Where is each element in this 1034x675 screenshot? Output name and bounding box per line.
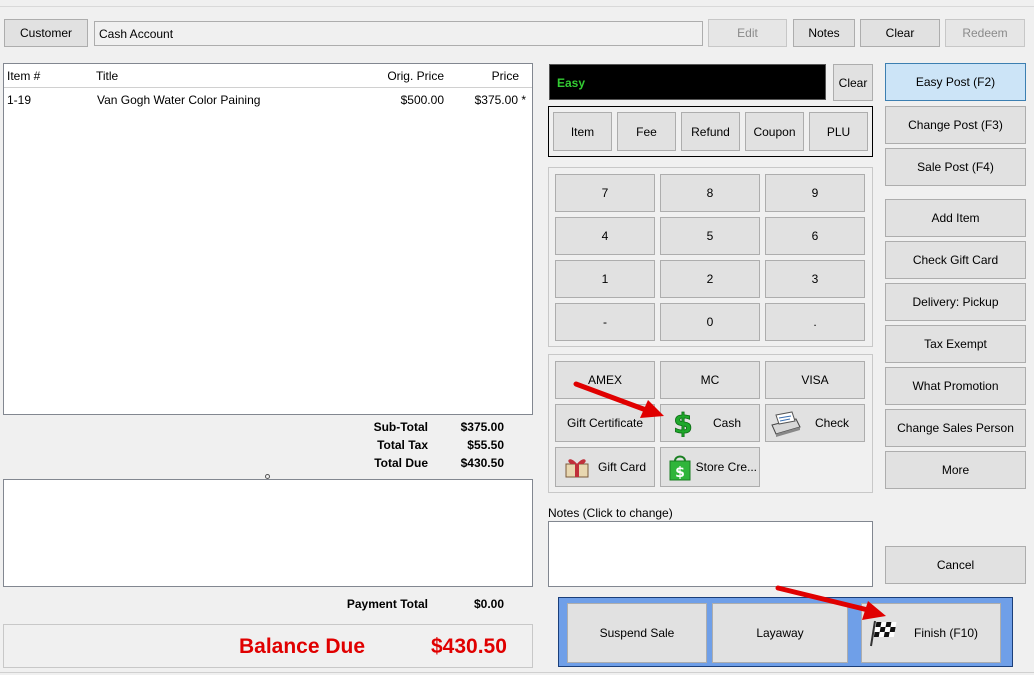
svg-text:$: $ [673,409,692,437]
subtotal-label: Sub-Total [373,420,428,434]
row-price: $375.00 * [474,93,526,107]
tax-value: $55.50 [467,438,504,452]
key-2[interactable]: 2 [660,260,760,298]
customer-button[interactable]: Customer [4,19,88,47]
type-fee-button[interactable]: Fee [617,112,676,151]
notes-box[interactable] [548,521,873,587]
payment-total-label: Payment Total [346,597,428,611]
key-5[interactable]: 5 [660,217,760,255]
tender-store-credit-button[interactable]: $ Store Cre... [660,447,760,487]
change-post-button[interactable]: Change Post (F3) [885,106,1026,144]
change-sales-person-button[interactable]: Change Sales Person [885,409,1026,447]
key-7[interactable]: 7 [555,174,655,212]
entry-clear-button[interactable]: Clear [833,64,873,101]
key-4[interactable]: 4 [555,217,655,255]
what-promotion-button[interactable]: What Promotion [885,367,1026,405]
type-plu-button[interactable]: PLU [809,112,868,151]
check-printer-icon [768,409,802,437]
tender-check-button[interactable]: Check [765,404,865,442]
finish-button[interactable]: Finish (F10) [861,603,1001,663]
col-item-number[interactable]: Item # [7,69,40,83]
bottom-divider [0,672,1034,673]
more-button[interactable]: More [885,451,1026,489]
items-table-header: Item # Title Orig. Price Price [4,64,532,88]
clear-customer-button[interactable]: Clear [860,19,940,47]
col-orig-price[interactable]: Orig. Price [387,69,444,83]
due-value: $430.50 [460,456,504,470]
delivery-button[interactable]: Delivery: Pickup [885,283,1026,321]
tender-cash-button[interactable]: $ Cash [660,404,760,442]
due-label: Total Due [374,456,428,470]
gift-card-label: Gift Card [597,460,646,474]
balance-due-value: $430.50 [431,635,507,658]
key-6[interactable]: 6 [765,217,865,255]
store-credit-label: Store Cre... [695,460,757,474]
payments-list[interactable] [3,479,533,587]
customer-field[interactable]: Cash Account [94,21,703,46]
key-3[interactable]: 3 [765,260,865,298]
add-item-button[interactable]: Add Item [885,199,1026,237]
row-orig-price: $500.00 [400,93,444,107]
customer-value: Cash Account [99,26,174,41]
balance-due-label: Balance Due [239,635,366,658]
notes-label[interactable]: Notes (Click to change) [548,506,673,520]
edit-button[interactable]: Edit [708,19,787,47]
col-title[interactable]: Title [96,69,118,83]
gift-box-icon [562,453,592,481]
items-table: Item # Title Orig. Price Price 1-19 Van … [3,63,533,415]
row-item-number: 1-19 [7,93,32,107]
tender-gift-card-button[interactable]: Gift Card [555,447,655,487]
row-title: Van Gogh Water Color Paining [97,93,261,107]
type-refund-button[interactable]: Refund [681,112,740,151]
key-8[interactable]: 8 [660,174,760,212]
tender-gift-certificate-button[interactable]: Gift Certificate [555,404,655,442]
tax-exempt-button[interactable]: Tax Exempt [885,325,1026,363]
check-label: Check [814,416,849,430]
subtotal-value: $375.00 [460,420,504,434]
tender-mc-button[interactable]: MC [660,361,760,399]
suspend-sale-button[interactable]: Suspend Sale [567,603,707,663]
type-coupon-button[interactable]: Coupon [745,112,804,151]
checkered-flag-icon [865,619,897,647]
key-dot[interactable]: . [765,303,865,341]
shopping-bag-icon: $ [666,453,694,481]
entry-display[interactable]: Easy [549,64,826,100]
sale-post-button[interactable]: Sale Post (F4) [885,148,1026,186]
redeem-button[interactable]: Redeem [945,19,1025,47]
tender-visa-button[interactable]: VISA [765,361,865,399]
cancel-button[interactable]: Cancel [885,546,1026,584]
cash-dollar-icon: $ [669,407,697,441]
layaway-button[interactable]: Layaway [712,603,848,663]
table-row[interactable]: 1-19 Van Gogh Water Color Paining $500.0… [4,89,532,109]
finish-label: Finish (F10) [913,626,978,640]
entry-mode-text: Easy [557,76,586,90]
payment-total-value: $0.00 [473,597,504,611]
key-0[interactable]: 0 [660,303,760,341]
key-9[interactable]: 9 [765,174,865,212]
top-divider [0,6,1034,7]
svg-text:$: $ [675,465,685,481]
col-price[interactable]: Price [492,69,519,83]
notes-button[interactable]: Notes [793,19,855,47]
cash-label: Cash [712,416,741,430]
tax-label: Total Tax [377,438,428,452]
tender-amex-button[interactable]: AMEX [555,361,655,399]
type-item-button[interactable]: Item [553,112,612,151]
balance-due-box: Balance Due $430.50 [3,624,533,668]
key-1[interactable]: 1 [555,260,655,298]
check-gift-card-button[interactable]: Check Gift Card [885,241,1026,279]
easy-post-button[interactable]: Easy Post (F2) [885,63,1026,101]
key-minus[interactable]: - [555,303,655,341]
